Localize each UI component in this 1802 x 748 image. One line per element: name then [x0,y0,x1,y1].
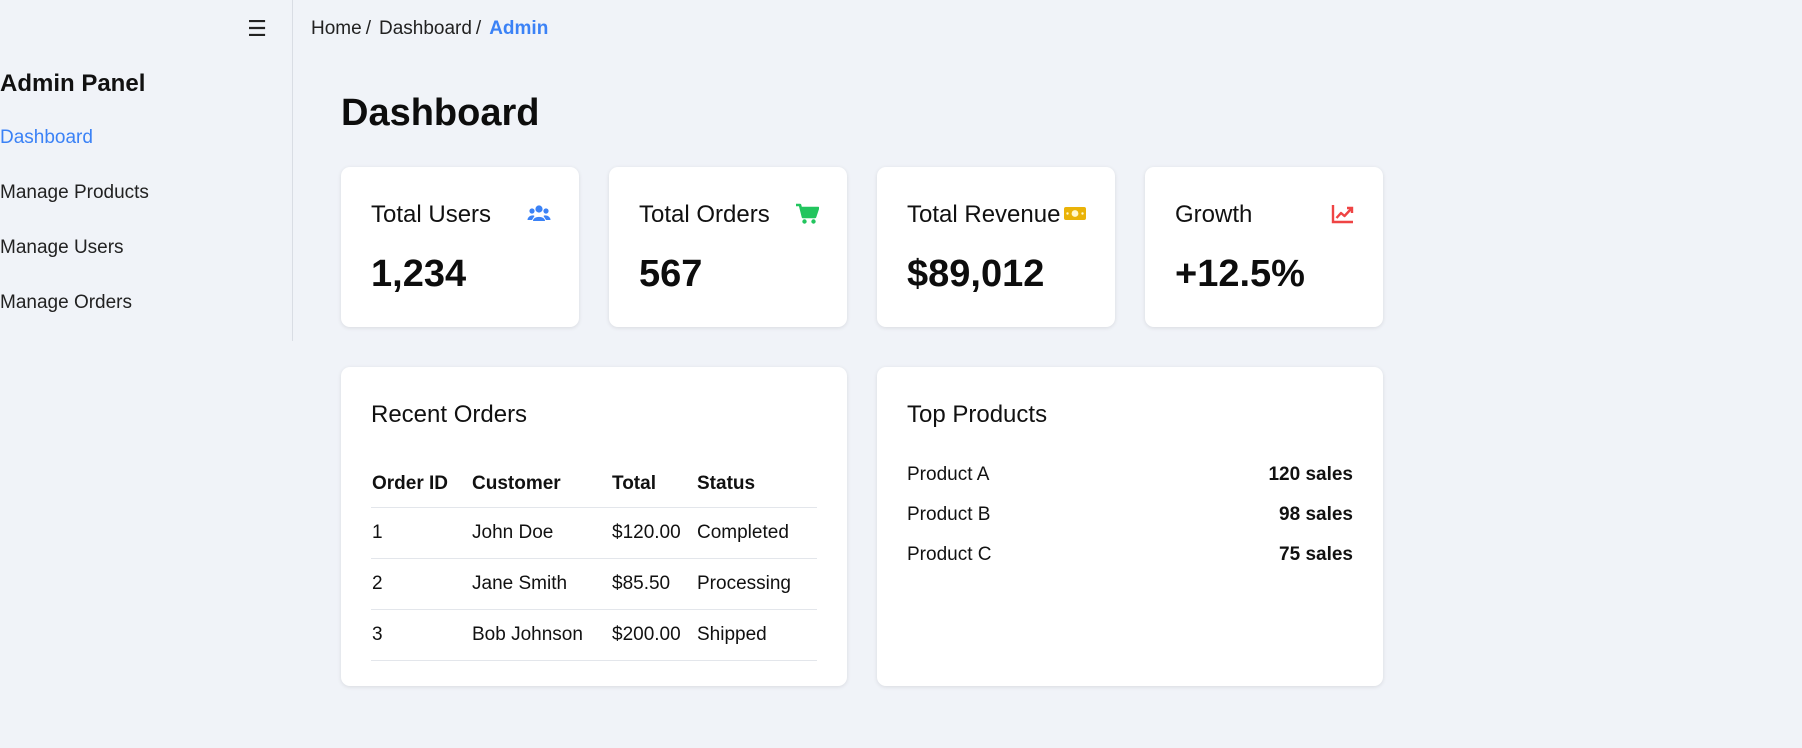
stat-label: Total Orders [639,201,770,228]
cell-order-id: 1 [371,507,471,559]
breadcrumb-current: Admin [489,18,549,39]
menu-toggle-icon[interactable]: ☰ [246,14,268,44]
cell-total: $200.00 [611,609,696,661]
recent-orders-card: Recent Orders Order ID Customer Total St… [341,367,847,686]
brand-title: Admin Panel [0,70,146,97]
cell-customer: Bob Johnson [471,609,611,661]
cell-status: Processing [696,558,817,610]
stat-card-total-revenue: Total Revenue $89,012 [877,167,1115,327]
column-header-customer: Customer [471,461,611,508]
recent-orders-title: Recent Orders [371,401,528,428]
product-sales: 98 sales [1279,504,1353,525]
breadcrumb-separator: / [475,18,482,39]
money-bill-icon [1064,207,1086,220]
column-header-order-id: Order ID [371,461,471,508]
chart-line-icon [1331,205,1354,224]
breadcrumb-separator: / [365,18,371,39]
cell-status: Completed [696,507,817,559]
table-row[interactable]: 1 John Doe $120.00 Completed [371,507,817,559]
top-products-list: Product A 120 sales Product B 98 sales P… [907,455,1353,575]
list-item: Product C 75 sales [907,535,1353,575]
list-item: Product A 120 sales [907,455,1353,495]
column-header-status: Status [696,461,817,508]
list-item: Product B 98 sales [907,495,1353,535]
cell-order-id: 2 [371,558,471,610]
top-products-title: Top Products [907,401,1048,428]
table-header-row: Order ID Customer Total Status [371,461,817,508]
table-row[interactable]: 2 Jane Smith $85.50 Processing [371,558,817,610]
stat-value: 1,234 [371,253,467,295]
sidebar-item-dashboard[interactable]: Dashboard [0,124,149,179]
product-name: Product C [907,544,992,565]
sidebar: ☰ Admin Panel Dashboard Manage Products … [0,0,293,341]
sidebar-nav: Dashboard Manage Products Manage Users M… [0,124,149,344]
sidebar-item-manage-orders[interactable]: Manage Orders [0,289,149,344]
table-row[interactable]: 3 Bob Johnson $200.00 Shipped [371,609,817,661]
cell-order-id: 3 [371,609,471,661]
stat-card-growth: Growth +12.5% [1145,167,1383,327]
stat-value: 567 [639,253,703,295]
stat-label: Total Users [371,201,492,228]
cell-customer: Jane Smith [471,558,611,610]
cell-status: Shipped [696,609,817,661]
column-header-total: Total [611,461,696,508]
product-sales: 120 sales [1268,464,1353,485]
cell-total: $85.50 [611,558,696,610]
stat-label: Total Revenue [907,201,1061,228]
product-name: Product A [907,464,990,485]
stat-card-total-users: Total Users 1,234 [341,167,579,327]
breadcrumb-dashboard[interactable]: Dashboard [379,18,472,39]
sidebar-item-manage-users[interactable]: Manage Users [0,234,149,289]
stat-label: Growth [1175,201,1253,228]
users-icon [527,205,551,221]
orders-table: Order ID Customer Total Status 1 John Do… [371,461,817,661]
cell-customer: John Doe [471,507,611,559]
top-products-card: Top Products Product A 120 sales Product… [877,367,1383,686]
cell-total: $120.00 [611,507,696,559]
stat-value: $89,012 [907,253,1045,295]
product-sales: 75 sales [1279,544,1353,565]
shopping-cart-icon [796,203,819,224]
stat-card-total-orders: Total Orders 567 [609,167,847,327]
breadcrumb: Home / Dashboard / Admin [311,14,548,44]
page-title: Dashboard [341,92,540,134]
product-name: Product B [907,504,991,525]
sidebar-item-manage-products[interactable]: Manage Products [0,179,149,234]
breadcrumb-home[interactable]: Home [311,18,362,39]
stat-value: +12.5% [1175,253,1305,295]
